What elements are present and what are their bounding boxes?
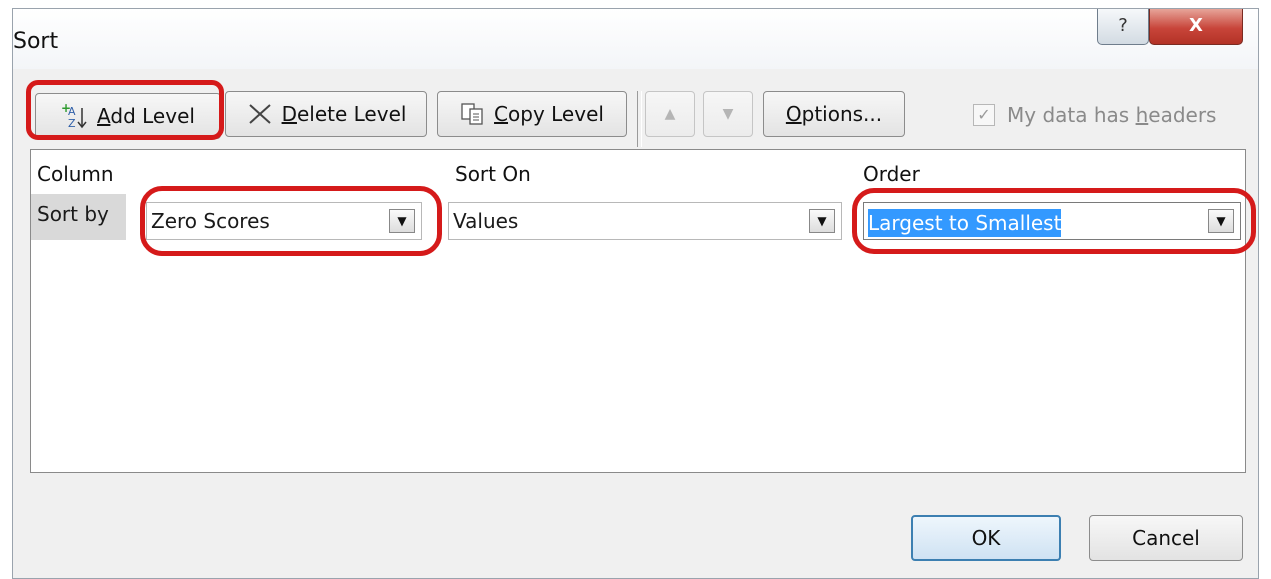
x-icon	[248, 104, 271, 124]
help-button[interactable]: ?	[1097, 9, 1149, 45]
cancel-button[interactable]: Cancel	[1089, 515, 1243, 561]
help-icon: ?	[1118, 15, 1128, 36]
toolbar-separator	[637, 91, 642, 147]
move-down-button[interactable]: ▼	[703, 91, 753, 137]
order-select-highlight	[852, 188, 1256, 254]
options-button[interactable]: Options...	[763, 91, 905, 137]
arrow-down-icon: ▼	[722, 106, 734, 122]
sort-by-label: Sort by	[31, 194, 126, 240]
copy-icon	[461, 103, 483, 125]
headers-checkbox-label: My data has headers	[1007, 103, 1217, 127]
close-icon: X	[1189, 15, 1203, 36]
delete-level-button[interactable]: Delete Level	[225, 91, 427, 137]
headers-checkbox[interactable]: ✓	[973, 104, 995, 126]
arrow-up-icon: ▲	[664, 106, 676, 122]
dialog-title: Sort	[13, 29, 59, 54]
title-bar: Sort ? X	[13, 9, 1258, 69]
order-header: Order	[863, 162, 920, 186]
headers-checkbox-row[interactable]: ✓ My data has headers	[973, 103, 1216, 127]
copy-level-button[interactable]: Copy Level	[437, 91, 627, 137]
ok-button[interactable]: OK	[911, 515, 1061, 561]
column-select-highlight	[140, 186, 442, 256]
sort-on-select-value: Values	[453, 209, 519, 233]
column-header: Column	[37, 162, 114, 186]
add-level-highlight	[26, 80, 224, 140]
chevron-down-icon[interactable]: ▼	[809, 209, 835, 233]
move-up-button[interactable]: ▲	[645, 91, 695, 137]
sort-on-select[interactable]: Values ▼	[448, 202, 842, 240]
sort-on-header: Sort On	[455, 162, 531, 186]
close-button[interactable]: X	[1149, 9, 1243, 45]
